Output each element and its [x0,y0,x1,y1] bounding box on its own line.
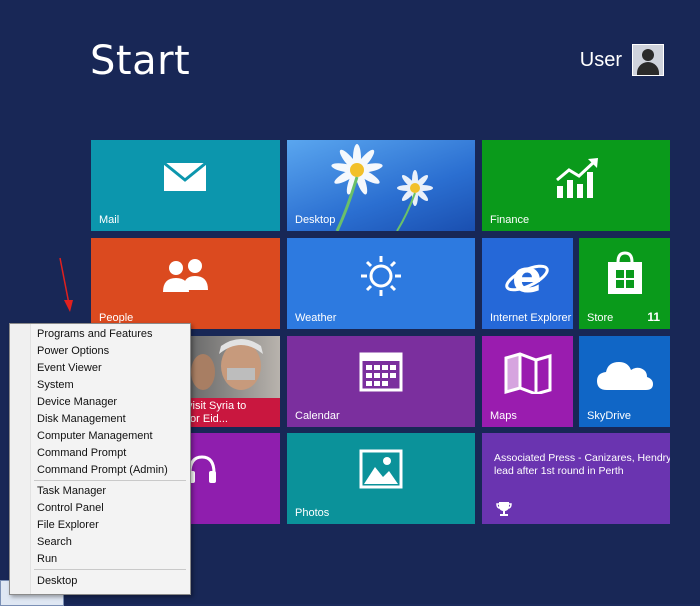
user-name: User [579,48,622,71]
sun-icon [361,256,401,296]
tile-photos[interactable]: Photos [287,433,475,524]
menu-separator [34,480,186,481]
tile-finance[interactable]: Finance [482,140,670,231]
tile-store[interactable]: Store 11 [579,238,670,329]
tile-weather[interactable]: Weather [287,238,475,329]
menu-item-system[interactable]: System [37,377,74,393]
store-bag-icon [608,251,642,294]
sports-headline-line2: lead after 1st round in Perth [494,465,624,477]
power-user-menu: Programs and Features Power Options Even… [9,323,191,595]
tile-skydrive-label: SkyDrive [587,410,632,422]
menu-item-run[interactable]: Run [37,551,57,567]
menu-item-desktop[interactable]: Desktop [37,573,77,589]
daisy-wallpaper [331,144,433,231]
user-account[interactable]: User [580,44,664,76]
envelope-icon [163,162,207,191]
tile-store-label: Store [587,312,614,324]
annotation-arrow-icon [59,257,73,312]
user-avatar-icon [632,44,664,76]
tile-people[interactable]: People [91,238,280,329]
tile-maps-label: Maps [490,410,517,422]
photo-icon [359,449,403,489]
tile-internet-explorer-label: Internet Explorer [490,312,572,324]
menu-gutter [10,324,31,594]
menu-item-event-viewer[interactable]: Event Viewer [37,360,102,376]
chart-up-icon [556,158,598,198]
menu-item-search[interactable]: Search [37,534,72,550]
tile-desktop[interactable]: Desktop [287,140,475,231]
start-screen: Start User Mail Desktop Finance People W… [0,0,700,606]
tile-sports[interactable]: Associated Press - Canizares, Hendry lea… [482,433,670,524]
tile-photos-label: Photos [295,507,330,519]
tile-mail[interactable]: Mail [91,140,280,231]
music-headphones-icon [188,455,216,483]
ie-icon: e [505,254,549,298]
menu-item-command-prompt[interactable]: Command Prompt [37,445,126,461]
menu-item-disk-management[interactable]: Disk Management [37,411,126,427]
menu-item-power-options[interactable]: Power Options [37,343,109,359]
map-icon [504,352,552,394]
menu-item-task-manager[interactable]: Task Manager [37,483,106,499]
people-icon [163,259,208,292]
tile-store-badge: 11 [647,310,660,324]
menu-separator [34,569,186,570]
calendar-icon [359,352,403,392]
menu-item-file-explorer[interactable]: File Explorer [37,517,99,533]
tile-finance-label: Finance [490,214,530,226]
tile-desktop-label: Desktop [295,214,336,226]
menu-item-command-prompt-admin[interactable]: Command Prompt (Admin) [37,462,168,478]
trophy-icon [496,502,512,516]
tile-calendar-label: Calendar [295,410,340,422]
tile-calendar[interactable]: Calendar [287,336,475,427]
tile-internet-explorer[interactable]: e Internet Explorer [482,238,573,329]
start-title: Start [90,38,191,84]
menu-item-computer-management[interactable]: Computer Management [37,428,153,444]
menu-item-control-panel[interactable]: Control Panel [37,500,104,516]
tile-skydrive[interactable]: SkyDrive [579,336,670,427]
tile-maps[interactable]: Maps [482,336,573,427]
menu-item-device-manager[interactable]: Device Manager [37,394,117,410]
menu-item-programs-and-features[interactable]: Programs and Features [37,326,153,342]
sports-headline-line1: Associated Press - Canizares, Hendry [494,452,670,464]
news-headline-line2: for Eid... [187,413,228,425]
cloud-icon [597,362,653,390]
news-headline-line1: visit Syria to [187,400,247,412]
tile-weather-label: Weather [295,312,337,324]
tile-mail-label: Mail [99,214,120,226]
